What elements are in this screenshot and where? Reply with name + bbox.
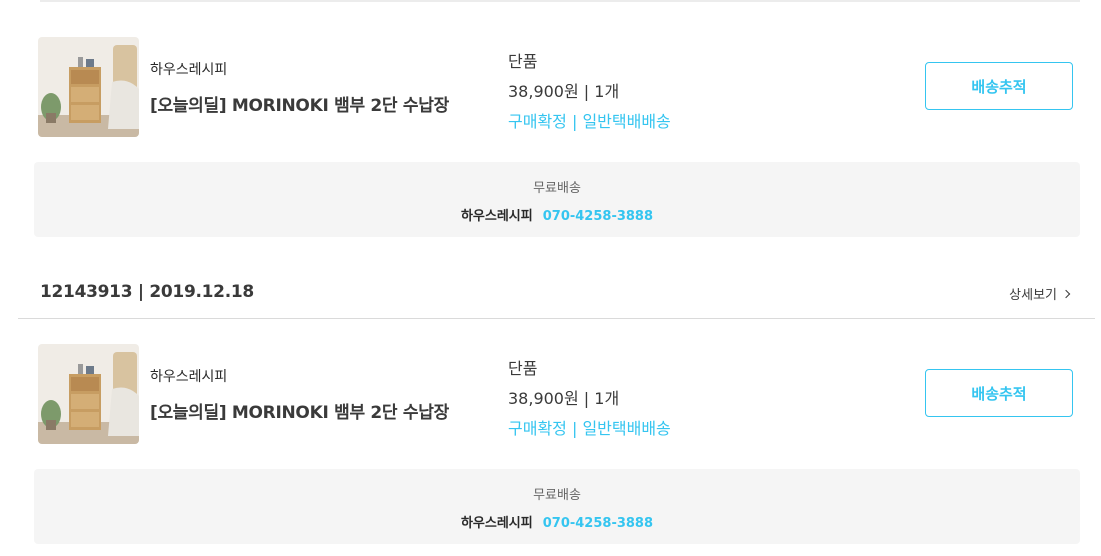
track-shipment-button[interactable]: 배송추적 (925, 369, 1073, 417)
seller-name[interactable]: 하우스레시피 (150, 59, 227, 79)
order-item: 하우스레시피 [오늘의딜] MORINOKI 뱀부 2단 수납장 단품 38,9… (0, 344, 1101, 454)
shipping-info-box: 무료배송 하우스레시피 070-4258-3888 (34, 469, 1080, 544)
order-status: 구매확정 | 일반택배배송 (508, 112, 671, 131)
shipping-seller: 하우스레시피 (460, 209, 533, 224)
seller-phone-link[interactable]: 070-4258-3888 (543, 209, 653, 224)
chevron-right-icon (1061, 289, 1071, 299)
seller-phone-link[interactable]: 070-4258-3888 (543, 516, 653, 531)
order-item: 하우스레시피 [오늘의딜] MORINOKI 뱀부 2단 수납장 단품 38,9… (0, 37, 1101, 147)
product-name[interactable]: [오늘의딜] MORINOKI 뱀부 2단 수납장 (150, 91, 449, 116)
product-name[interactable]: [오늘의딜] MORINOKI 뱀부 2단 수납장 (150, 398, 449, 423)
product-option: 단품 (508, 359, 538, 378)
order-header: 12143913 | 2019.12.18 상세보기 (18, 268, 1095, 319)
shipping-info-box: 무료배송 하우스레시피 070-4258-3888 (34, 162, 1080, 237)
product-price: 38,900원 | 1개 (508, 82, 620, 101)
order-status: 구매확정 | 일반택배배송 (508, 419, 671, 438)
product-thumbnail[interactable] (38, 37, 139, 137)
order-number-date: 12143913 | 2019.12.18 (40, 282, 254, 302)
section-divider (40, 0, 1080, 2)
detail-link-label: 상세보기 (1009, 288, 1057, 303)
seller-name[interactable]: 하우스레시피 (150, 366, 227, 386)
product-price: 38,900원 | 1개 (508, 389, 620, 408)
shipping-type: 무료배송 (533, 488, 581, 503)
shipping-type: 무료배송 (533, 181, 581, 196)
shipping-contact: 하우스레시피 070-4258-3888 (34, 205, 1080, 224)
product-option: 단품 (508, 52, 538, 71)
shipping-contact: 하우스레시피 070-4258-3888 (34, 512, 1080, 531)
shipping-seller: 하우스레시피 (460, 516, 533, 531)
product-thumbnail[interactable] (38, 344, 139, 444)
track-shipment-button[interactable]: 배송추적 (925, 62, 1073, 110)
order-detail-link[interactable]: 상세보기 (1009, 284, 1071, 303)
